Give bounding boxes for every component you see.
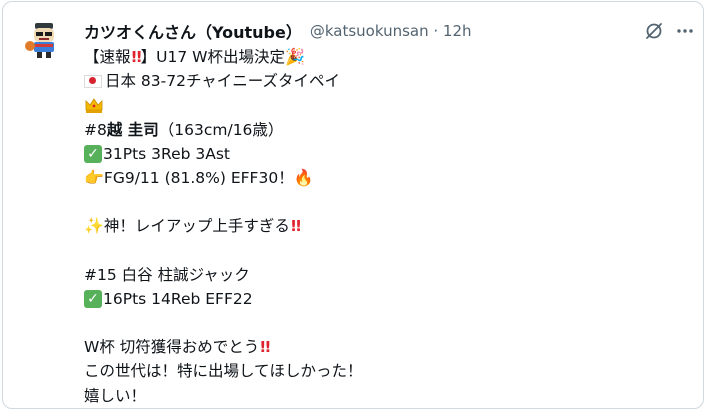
fire-icon: 🔥 <box>293 168 314 188</box>
tweet-line <box>84 93 684 117</box>
tweet-line: ✨ 神！レイアップ上手すぎる !! <box>84 214 684 238</box>
double-exclamation-icon: !! <box>130 48 143 66</box>
tweet-line: ✓ 16Pts 14Reb EFF22 <box>84 287 684 311</box>
tweet-text: 【速報 !! 】U17 W杯出場決定 🎉 日本 83-72チャイニーズタイペイ … <box>84 45 684 408</box>
tweet-text-segment: 31Pts 3Reb 3Ast <box>103 144 231 163</box>
more-dots-icon <box>677 29 693 33</box>
japan-flag-icon <box>84 74 102 88</box>
check-mark-button-icon: ✓ <box>84 144 102 163</box>
handle-and-time[interactable]: @katsuokunsan · 12h <box>310 22 472 40</box>
crown-icon <box>85 98 103 114</box>
tweet-line: 嬉しい！ <box>84 384 684 408</box>
tweet-line: この世代は！特に出場してほしかった！ <box>84 359 684 383</box>
tweet-text-segment: この世代は！特に出場してほしかった！ <box>84 362 363 381</box>
double-exclamation-icon: !! <box>289 217 302 236</box>
display-name[interactable]: カツオくんさん（Youtube） <box>84 19 302 43</box>
avatar[interactable] <box>22 18 66 62</box>
check-mark-button-icon: ✓ <box>84 289 102 308</box>
grok-button[interactable] <box>642 19 666 43</box>
tweet-text-segment: 神！レイアップ上手すぎる <box>103 217 290 236</box>
tweet-text-segment: 】U17 W杯出場決定 <box>140 48 285 66</box>
tweet-text-segment: #8 <box>84 120 107 139</box>
tweet-text-segment: 日本 83-72チャイニーズタイペイ <box>105 72 341 91</box>
tweet-line: #15 白谷 柱誠ジャック <box>84 263 684 287</box>
sparkles-icon: ✨ <box>84 216 104 236</box>
tweet-text-segment: 【速報 <box>84 48 131 66</box>
more-options-button[interactable] <box>673 19 697 43</box>
tweet-line: 日本 83-72チャイニーズタイペイ <box>84 69 684 93</box>
double-exclamation-icon: !! <box>259 338 271 357</box>
grok-slash-circle-icon <box>646 23 662 39</box>
tweet-text-segment: 嬉しい！ <box>84 386 147 405</box>
tweet-line: 【速報 !! 】U17 W杯出場決定 🎉 <box>84 45 684 69</box>
pointing-right-hand-icon: 👉 <box>84 168 104 188</box>
tweet-line: 👉 FG9/11 (81.8%) EFF30！ 🔥 <box>84 166 684 190</box>
tweet-line: ✓ 31Pts 3Reb 3Ast <box>84 142 684 166</box>
tweet-header: カツオくんさん（Youtube） @katsuokunsan · 12h <box>84 19 472 43</box>
player-name: 越 圭司 <box>106 120 159 139</box>
tweet-text-segment: 16Pts 14Reb EFF22 <box>103 289 253 308</box>
tweet-text-segment: W杯 切符獲得おめでとう <box>84 338 260 357</box>
tweet-text-segment: （163cm/16歳） <box>158 120 284 139</box>
tweet-line: #8 越 圭司 （163cm/16歳） <box>84 118 684 142</box>
tweet-text-segment: #15 白谷 柱誠ジャック <box>84 265 250 284</box>
party-popper-icon: 🎉 <box>284 47 305 67</box>
tweet-line: W杯 切符獲得おめでとう !! <box>84 335 684 359</box>
tweet-text-segment: FG9/11 (81.8%) EFF30！ <box>103 168 294 187</box>
